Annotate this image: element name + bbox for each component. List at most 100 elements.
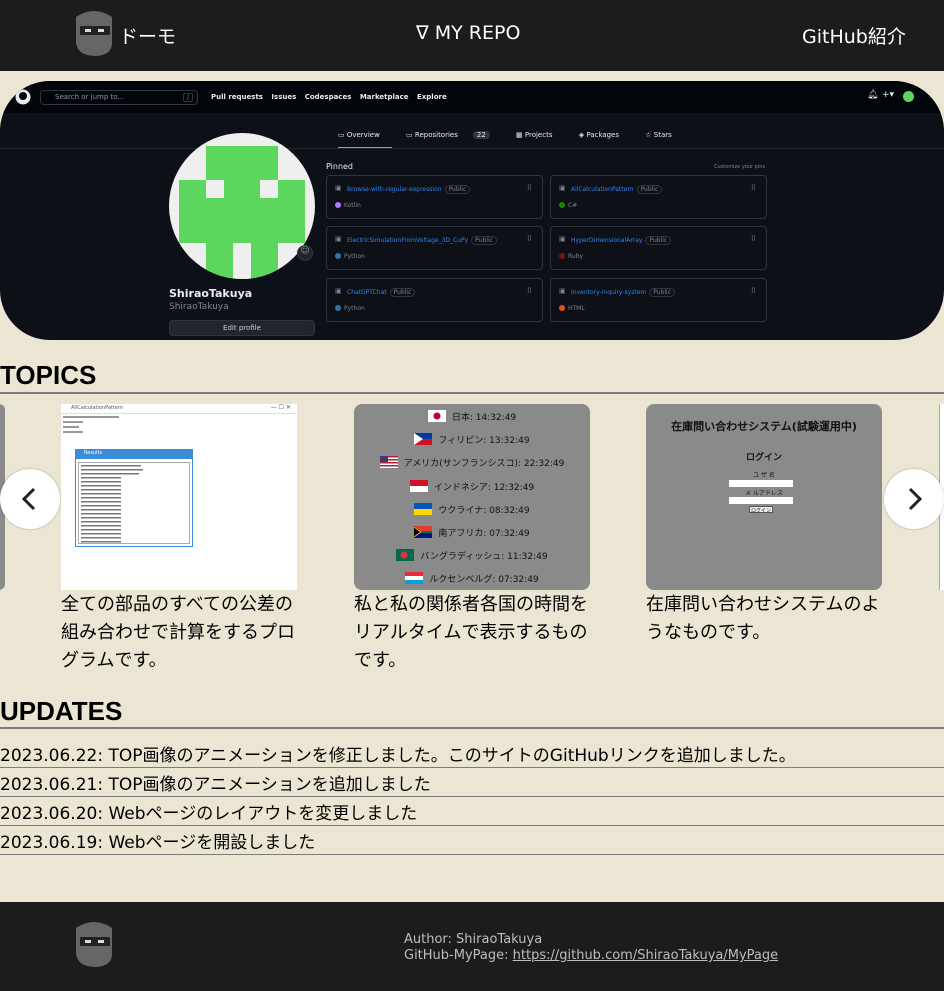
clock-row: フィリピン: 13:32:49 (354, 433, 590, 446)
language-text: Kotlin (344, 202, 361, 209)
drag-handle-icon: ⠿ (526, 184, 532, 192)
language-dot (335, 305, 341, 311)
tab-stars-label: Stars (653, 131, 672, 139)
plus-icon: +▾ (882, 90, 895, 100)
repo-icon: ▣ (559, 235, 566, 243)
results-list (78, 462, 190, 544)
footer-github-row: GitHub-MyPage: https://github.com/Shirao… (404, 948, 778, 963)
results-window: Results (75, 449, 193, 547)
topic-card-image[interactable]: 日本: 14:32:49 フィリピン: 13:32:49 アメリカ(サンフランシ… (354, 404, 590, 590)
clock-text: アメリカ(サンフランシスコ): 22:32:49 (403, 459, 565, 469)
inventory-login-button: ログイン (749, 506, 773, 514)
github-topbar: Search or jump to... / Pull requests Iss… (0, 81, 944, 113)
customize-pins-link: Customize your pins (714, 164, 766, 170)
footer-author: Author: ShiraoTakuya (404, 932, 543, 947)
clock-text: 南アフリカ: 07:32:49 (438, 529, 530, 539)
pinned-repo-name: HyperDimensionalArray Public (571, 236, 672, 245)
usa-flag-icon (379, 456, 398, 468)
inventory-login-heading: ログイン (745, 453, 782, 463)
language-text: C# (568, 202, 578, 209)
indonesia-flag-icon (409, 480, 428, 492)
language-dot (335, 253, 341, 259)
ninja-logo-icon (76, 922, 112, 967)
topic-card-image[interactable]: 在庫問い合わせシステム(試験運用中) ログイン ユ ザ 名 メ ルアドレス ログ… (646, 404, 882, 590)
repo-name-text: Inventory-inquiry-system (571, 289, 647, 296)
chevron-right-icon (908, 487, 923, 511)
footer-github-link[interactable]: https://github.com/ShiraoTakuya/MyPage (513, 948, 778, 963)
topic-card-text: 在庫問い合わせシステムのようなものです。 (646, 594, 880, 643)
clock-row: ウクライナ: 08:32:49 (354, 503, 590, 516)
repo-icon: ▣ (335, 235, 342, 243)
nav-explore: Explore (416, 93, 447, 101)
tab-overview: ▭ Overview (338, 131, 392, 149)
nav-github-intro[interactable]: GitHub紹介 (802, 22, 906, 49)
brand-name[interactable]: ドーモ (119, 22, 176, 49)
clock-row: 日本: 14:32:49 (354, 410, 590, 423)
inventory-mail-field (729, 497, 793, 504)
visibility-badge: Public (444, 185, 471, 194)
nav-codespaces: Codespaces (304, 93, 352, 101)
language-dot (335, 202, 341, 208)
ninja-logo-icon[interactable] (72, 9, 116, 57)
update-separator (0, 854, 944, 855)
repo-language: Kotlin (335, 202, 361, 209)
drag-handle-icon: ⠿ (750, 287, 756, 295)
clock-text: ウクライナ: 08:32:49 (438, 506, 530, 516)
hero-github-screenshot: Search or jump to... / Pull requests Iss… (0, 81, 944, 340)
language-text: Python (344, 305, 365, 312)
results-text-lines (81, 465, 143, 543)
update-item: 2023.06.20: Webページのレイアウトを変更しました (0, 804, 418, 824)
pinned-repo-card: ▣ Browse-with-regular-expression Public ⠿… (326, 175, 543, 219)
carousel-next-button[interactable] (884, 469, 944, 529)
visibility-badge: Public (649, 288, 675, 297)
visibility-badge: Public (389, 288, 416, 297)
update-item: 2023.06.22: TOP画像のアニメーションを修正しました。このサイトのG… (0, 746, 796, 766)
inventory-user-field (729, 480, 793, 487)
repo-language: HTML (559, 305, 585, 312)
pinned-repo-name: Browse-with-regular-expression Public (347, 185, 471, 194)
user-avatar-small (903, 91, 914, 102)
inventory-user-label: ユ ザ 名 (753, 472, 775, 479)
repo-name-text: AllCalculationPattern (571, 186, 634, 193)
pinned-repo-name: Inventory-inquiry-system Public (571, 288, 675, 297)
language-dot (559, 305, 565, 311)
smiley-icon: ☺ (297, 245, 313, 261)
clock-row: インドネシア: 12:32:49 (354, 480, 590, 493)
github-search-input: Search or jump to... / (40, 90, 198, 105)
bangladesh-flag-icon (396, 549, 415, 561)
repo-icon: ▣ (559, 184, 566, 192)
repo-language: Python (335, 253, 365, 260)
pinned-repo-card: ▣ AllCalculationPattern Public ⠿ C# (550, 175, 767, 219)
topic-card-text: 全ての部品のすべての公差の組み合わせで計算をするプログラムです。 (61, 594, 295, 671)
pinned-repo-name: AllCalculationPattern Public (571, 185, 663, 194)
topic-card-text: 私と私の関係者各国の時間をリアルタイムで表示するものです。 (354, 594, 588, 671)
repositories-count-badge: 22 (472, 131, 490, 139)
visibility-badge: Public (471, 236, 497, 245)
inventory-mail-label: メ ルアドレス (745, 490, 783, 497)
github-profile-tabs: ▭ Overview ▭ Repositories 22 ▦ Projects ◈… (338, 131, 696, 149)
language-dot (559, 202, 565, 208)
update-item: 2023.06.21: TOP画像のアニメーションを追加しました (0, 775, 431, 795)
edit-profile-button: Edit profile (169, 320, 315, 336)
identicon-icon (179, 146, 305, 279)
nav-issues: Issues (271, 93, 297, 101)
inventory-title: 在庫問い合わせシステム(試験運用中) (671, 420, 857, 433)
topic-card-image[interactable]: AllCalculationPattern — ☐ ✕ Results (61, 404, 297, 590)
update-item: 2023.06.19: Webページを開設しました (0, 833, 316, 853)
site-header: ドーモ ∇ MY REPO GitHub紹介 (0, 0, 944, 71)
repo-name-text: ChatGPTChat (347, 289, 387, 296)
window-title: AllCalculationPattern (71, 405, 124, 411)
philippines-flag-icon (414, 433, 433, 445)
repo-icon: ▣ (559, 287, 566, 295)
nav-my-repo[interactable]: ∇ MY REPO (416, 22, 520, 44)
carousel-prev-button[interactable] (0, 469, 60, 529)
profile-avatar (169, 133, 315, 279)
south-africa-flag-icon (414, 526, 433, 538)
clock-text: ルクセンベルグ: 07:32:49 (429, 575, 539, 585)
repo-language: Ruby (559, 253, 583, 260)
topics-title: TOPICS (0, 360, 97, 390)
github-main-nav: Pull requests Issues Codespaces Marketpl… (211, 93, 453, 101)
repo-language: C# (559, 202, 577, 209)
github-logo-icon (15, 89, 31, 105)
results-title: Results (76, 450, 192, 459)
